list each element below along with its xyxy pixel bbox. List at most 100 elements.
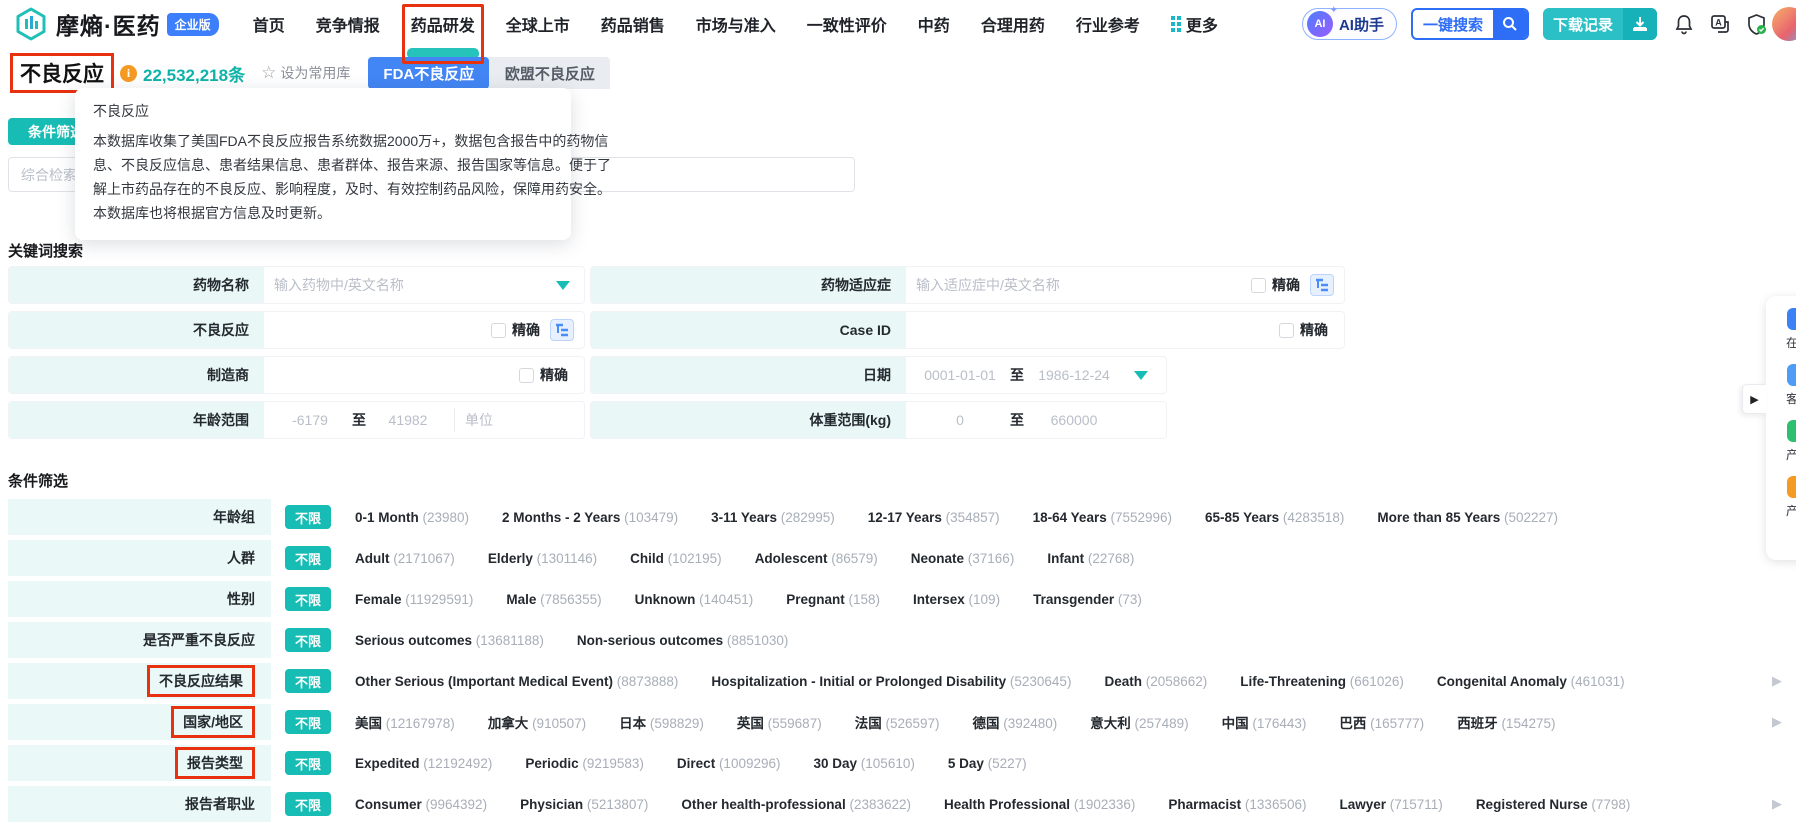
adverse-reaction-tree-icon[interactable] bbox=[550, 319, 574, 341]
filter-option[interactable]: Other Serious (Important Medical Event) … bbox=[355, 674, 678, 689]
filter-option[interactable]: Male (7856355) bbox=[506, 592, 601, 607]
indication-input[interactable]: 输入适应症中/英文名称 bbox=[916, 275, 1245, 295]
tab-1[interactable]: FDA不良反应 bbox=[368, 57, 489, 89]
filter-option[interactable]: 日本 (598829) bbox=[619, 712, 704, 732]
filter-option[interactable]: 12-17 Years (354857) bbox=[868, 510, 1000, 525]
filter-option[interactable]: 65-85 Years (4283518) bbox=[1205, 510, 1344, 525]
filter-option[interactable]: Pregnant (158) bbox=[786, 592, 880, 607]
filter-option[interactable]: Expedited (12192492) bbox=[355, 756, 492, 771]
filter-option[interactable]: Female (11929591) bbox=[355, 592, 473, 607]
filter-option[interactable]: Direct (1009296) bbox=[677, 756, 781, 771]
info-icon[interactable]: i bbox=[120, 65, 137, 82]
filter-option[interactable]: Consumer (9964392) bbox=[355, 797, 487, 812]
filter-option[interactable]: 5 Day (5227) bbox=[948, 756, 1027, 771]
translate-icon[interactable]: A bbox=[1709, 13, 1731, 35]
adverse-reaction-exact-checkbox[interactable]: 精确 bbox=[491, 320, 540, 340]
filter-option[interactable]: Physician (5213807) bbox=[520, 797, 648, 812]
filter-option[interactable]: 30 Day (105610) bbox=[814, 756, 915, 771]
filter-option[interactable]: Infant (22768) bbox=[1047, 551, 1134, 566]
unlimited-option[interactable]: 不限 bbox=[285, 792, 331, 816]
unlimited-option[interactable]: 不限 bbox=[285, 628, 331, 652]
filter-option[interactable]: Hospitalization - Initial or Prolonged D… bbox=[711, 674, 1071, 689]
more-options-chevron-icon[interactable]: ▶ bbox=[1772, 673, 1782, 689]
filter-option[interactable]: 中国 (176443) bbox=[1222, 712, 1307, 732]
set-favorite-button[interactable]: ☆ 设为常用库 bbox=[261, 63, 350, 83]
filter-option[interactable]: Unknown (140451) bbox=[635, 592, 754, 607]
drug-name-input[interactable]: 输入药物中/英文名称 bbox=[274, 275, 552, 295]
date-to-input[interactable]: 1986-12-24 bbox=[1030, 367, 1118, 383]
side-panel-item-1[interactable]: 在线 bbox=[1766, 308, 1796, 351]
weight-from-input[interactable]: 0 bbox=[916, 412, 1004, 428]
filter-option[interactable]: 加拿大 (910507) bbox=[488, 712, 586, 732]
drug-name-dropdown-icon[interactable] bbox=[556, 281, 570, 290]
nav-item-1[interactable]: 首页 bbox=[253, 12, 285, 36]
nav-item-11[interactable]: 更多 bbox=[1171, 12, 1218, 36]
more-options-chevron-icon[interactable]: ▶ bbox=[1772, 796, 1782, 812]
filter-option[interactable]: Adult (2171067) bbox=[355, 551, 455, 566]
filter-option[interactable]: Non-serious outcomes (8851030) bbox=[577, 633, 789, 648]
filter-option[interactable]: Congenital Anomaly (461031) bbox=[1437, 674, 1625, 689]
indication-tree-icon[interactable] bbox=[1310, 274, 1334, 296]
indication-exact-checkbox[interactable]: 精确 bbox=[1251, 275, 1300, 295]
nav-item-9[interactable]: 合理用药 bbox=[981, 12, 1045, 36]
filter-option[interactable]: Child (102195) bbox=[630, 551, 722, 566]
side-panel-collapse-button[interactable]: ▶ bbox=[1742, 384, 1766, 414]
filter-option[interactable]: 3-11 Years (282995) bbox=[711, 510, 835, 525]
nav-item-4[interactable]: 全球上市 bbox=[506, 12, 570, 36]
filter-option[interactable]: 西班牙 (154275) bbox=[1457, 712, 1555, 732]
filter-option[interactable]: Pharmacist (1336506) bbox=[1168, 797, 1306, 812]
filter-option[interactable]: Serious outcomes (13681188) bbox=[355, 633, 544, 648]
filter-option[interactable]: 英国 (559687) bbox=[737, 712, 822, 732]
unlimited-option[interactable]: 不限 bbox=[285, 505, 331, 529]
filter-option[interactable]: 意大利 (257489) bbox=[1090, 712, 1188, 732]
nav-item-8[interactable]: 中药 bbox=[918, 12, 950, 36]
more-options-chevron-icon[interactable]: ▶ bbox=[1772, 714, 1782, 730]
filter-option[interactable]: Transgender (73) bbox=[1033, 592, 1142, 607]
side-panel-item-2[interactable]: 客服 bbox=[1766, 364, 1796, 407]
unlimited-option[interactable]: 不限 bbox=[285, 710, 331, 734]
filter-option[interactable]: 美国 (12167978) bbox=[355, 712, 455, 732]
filter-option[interactable]: 巴西 (165777) bbox=[1339, 712, 1424, 732]
filter-option[interactable]: Elderly (1301146) bbox=[488, 551, 597, 566]
date-from-input[interactable]: 0001-01-01 bbox=[916, 367, 1004, 383]
manufacturer-exact-checkbox[interactable]: 精确 bbox=[519, 365, 568, 385]
filter-option[interactable]: 18-64 Years (7552996) bbox=[1033, 510, 1172, 525]
filter-option[interactable]: More than 85 Years (502227) bbox=[1377, 510, 1558, 525]
security-shield-icon[interactable] bbox=[1745, 13, 1768, 36]
logo[interactable]: 摩熵·医药 企业版 bbox=[14, 7, 219, 41]
weight-to-input[interactable]: 660000 bbox=[1030, 412, 1118, 428]
filter-option[interactable]: Adolescent (86579) bbox=[755, 551, 878, 566]
filter-option[interactable]: 法国 (526597) bbox=[855, 712, 940, 732]
nav-item-3[interactable]: 药品研发 bbox=[411, 12, 475, 36]
nav-item-6[interactable]: 市场与准入 bbox=[696, 12, 776, 36]
filter-option[interactable]: 2 Months - 2 Years (103479) bbox=[502, 510, 678, 525]
filter-option[interactable]: Intersex (109) bbox=[913, 592, 1000, 607]
unlimited-option[interactable]: 不限 bbox=[285, 546, 331, 570]
filter-option[interactable]: Other health-professional (2383622) bbox=[681, 797, 911, 812]
download-records-button[interactable]: 下载记录 bbox=[1543, 8, 1657, 40]
side-panel-item-3[interactable]: 产品 bbox=[1766, 420, 1796, 463]
nav-item-2[interactable]: 竞争情报 bbox=[316, 12, 380, 36]
filter-option[interactable]: Neonate (37166) bbox=[911, 551, 1015, 566]
case-id-exact-checkbox[interactable]: 精确 bbox=[1279, 320, 1328, 340]
nav-item-5[interactable]: 药品销售 bbox=[601, 12, 665, 36]
age-unit-input[interactable]: 单位 bbox=[465, 410, 493, 430]
age-from-input[interactable]: -6179 bbox=[274, 412, 346, 428]
filter-option[interactable]: 0-1 Month (23980) bbox=[355, 510, 469, 525]
filter-option[interactable]: Lawyer (715711) bbox=[1339, 797, 1442, 812]
filter-option[interactable]: Life-Threatening (661026) bbox=[1240, 674, 1404, 689]
filter-option[interactable]: Death (2058662) bbox=[1104, 674, 1207, 689]
notification-bell-icon[interactable] bbox=[1673, 13, 1695, 35]
filter-option[interactable]: Periodic (9219583) bbox=[525, 756, 644, 771]
filter-option[interactable]: Registered Nurse (7798) bbox=[1476, 797, 1631, 812]
unlimited-option[interactable]: 不限 bbox=[285, 669, 331, 693]
unlimited-option[interactable]: 不限 bbox=[285, 751, 331, 775]
ai-assistant-button[interactable]: AI AI助手 bbox=[1302, 8, 1397, 40]
date-dropdown-icon[interactable] bbox=[1134, 371, 1148, 380]
nav-item-10[interactable]: 行业参考 bbox=[1076, 12, 1140, 36]
tab-2[interactable]: 欧盟不良反应 bbox=[489, 57, 610, 89]
filter-option[interactable]: Health Professional (1902336) bbox=[944, 797, 1135, 812]
filter-option[interactable]: 德国 (392480) bbox=[973, 712, 1058, 732]
age-to-input[interactable]: 41982 bbox=[372, 412, 444, 428]
nav-item-7[interactable]: 一致性评价 bbox=[807, 12, 887, 36]
